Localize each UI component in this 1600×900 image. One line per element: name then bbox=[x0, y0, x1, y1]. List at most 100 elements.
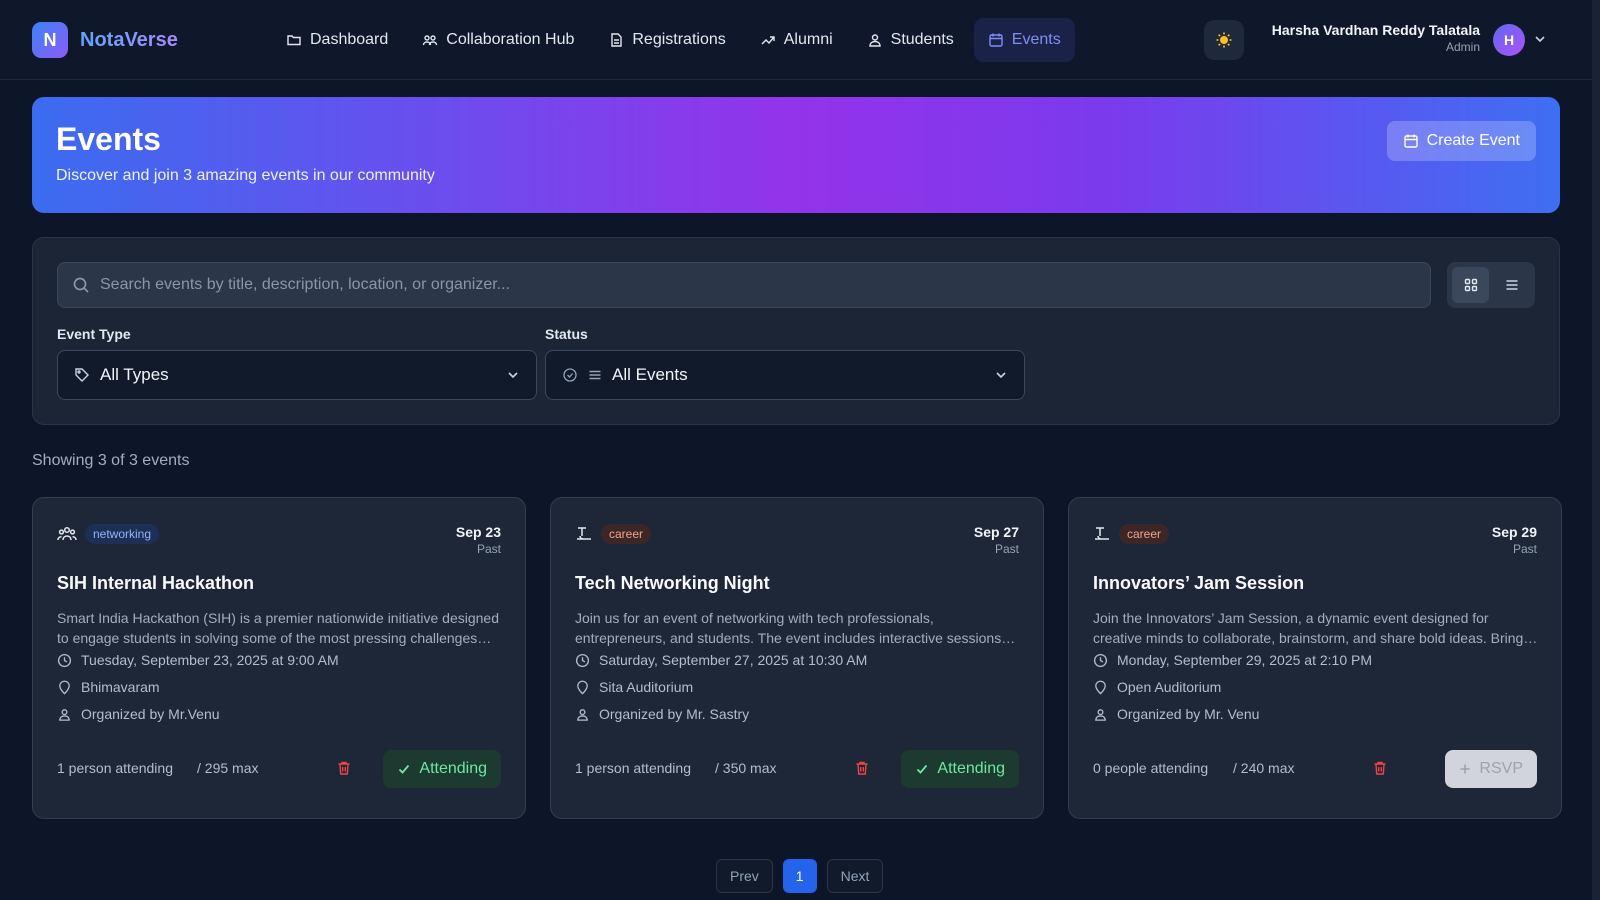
attending-label: Attending bbox=[937, 760, 1005, 777]
event-description: Join us for an event of networking with … bbox=[575, 610, 1002, 646]
app-logo[interactable]: N NotaVerse bbox=[32, 22, 178, 58]
nav-item-dashboard[interactable]: Dashboard bbox=[272, 18, 402, 62]
event-date-short: Sep 27 bbox=[973, 524, 1019, 540]
nav-label: Alumni bbox=[783, 31, 833, 48]
grid-view-button[interactable] bbox=[1452, 267, 1489, 303]
plus-icon bbox=[1460, 764, 1470, 774]
event-status: Past bbox=[994, 542, 1019, 556]
event-status: Past bbox=[476, 542, 501, 556]
nav-item-registrations[interactable]: Registrations bbox=[594, 18, 739, 62]
attending-count: 1 person attending bbox=[57, 760, 173, 776]
avatar[interactable]: H bbox=[1493, 24, 1525, 56]
event-title: Tech Networking Night bbox=[575, 573, 770, 593]
user-role: Admin bbox=[1445, 40, 1480, 54]
event-organizer: Organized by Mr. Sastry bbox=[575, 706, 749, 722]
event-datetime-text: Monday, September 29, 2025 at 2:10 PM bbox=[1117, 652, 1373, 668]
event-date: Sep 23 Past bbox=[456, 524, 501, 556]
clock-icon bbox=[575, 653, 590, 667]
page-scrollbar[interactable] bbox=[1592, 0, 1600, 900]
event-datetime-text: Saturday, September 27, 2025 at 10:30 AM bbox=[599, 652, 868, 668]
event-organizer: Organized by Mr. Venu bbox=[1093, 706, 1259, 722]
users-icon bbox=[57, 526, 77, 541]
list-view-button[interactable] bbox=[1493, 267, 1530, 303]
attending-button[interactable]: Attending bbox=[383, 750, 501, 788]
nav-item-students[interactable]: Students bbox=[853, 18, 968, 62]
prev-page-button[interactable]: Prev bbox=[716, 859, 773, 893]
top-navbar: N NotaVerse Dashboard Collaboration Hub … bbox=[0, 0, 1600, 80]
nav-item-events[interactable]: Events bbox=[973, 18, 1075, 62]
chevron-down-icon bbox=[508, 372, 518, 379]
nav-item-collaboration-hub[interactable]: Collaboration Hub bbox=[408, 18, 588, 62]
event-location: Sita Auditorium bbox=[575, 679, 693, 695]
nav-label: Registrations bbox=[632, 31, 726, 48]
event-type-value: All Types bbox=[100, 365, 169, 384]
check-icon bbox=[399, 764, 410, 774]
card-header: career bbox=[575, 524, 652, 544]
event-card[interactable]: career Sep 29 Past Innovators’ Jam Sessi… bbox=[1068, 497, 1562, 819]
user-icon bbox=[868, 34, 881, 47]
event-location: Open Auditorium bbox=[1093, 679, 1221, 695]
podium-icon bbox=[577, 527, 591, 540]
chevron-down-icon bbox=[996, 372, 1006, 379]
create-event-label: Create Event bbox=[1426, 132, 1520, 149]
create-event-button[interactable]: Create Event bbox=[1386, 121, 1536, 161]
location-pin-icon bbox=[577, 680, 588, 694]
status-label: Status bbox=[545, 326, 588, 342]
max-capacity: / 295 max bbox=[197, 760, 259, 776]
max-capacity: / 350 max bbox=[715, 760, 777, 776]
trash-icon[interactable] bbox=[1373, 760, 1387, 776]
nav-item-alumni[interactable]: Alumni bbox=[746, 18, 847, 62]
location-pin-icon bbox=[59, 680, 70, 694]
grid-icon bbox=[1464, 278, 1477, 292]
rsvp-button[interactable]: RSVP bbox=[1445, 750, 1537, 788]
filter-panel: Event Type All Types Status All Events bbox=[32, 237, 1560, 425]
event-location: Bhimavaram bbox=[57, 679, 160, 695]
status-select[interactable]: All Events bbox=[545, 350, 1025, 400]
event-organizer-text: Organized by Mr.Venu bbox=[81, 706, 220, 722]
event-organizer: Organized by Mr.Venu bbox=[57, 706, 220, 722]
event-datetime: Saturday, September 27, 2025 at 10:30 AM bbox=[575, 652, 867, 668]
document-icon bbox=[611, 33, 623, 47]
attending-label: Attending bbox=[419, 760, 487, 777]
event-datetime-text: Tuesday, September 23, 2025 at 9:00 AM bbox=[81, 652, 339, 668]
calendar-icon bbox=[1403, 134, 1418, 148]
event-location-text: Bhimavaram bbox=[81, 679, 160, 695]
event-card[interactable]: career Sep 27 Past Tech Networking Night… bbox=[550, 497, 1044, 819]
event-location-text: Sita Auditorium bbox=[599, 679, 694, 695]
event-description: Smart India Hackathon (SIH) is a premier… bbox=[57, 610, 499, 646]
event-type-tag: career bbox=[601, 524, 652, 544]
trash-icon[interactable] bbox=[855, 760, 869, 776]
page-1-button[interactable]: 1 bbox=[782, 859, 817, 893]
event-type-select[interactable]: All Types bbox=[57, 350, 537, 400]
event-date-short: Sep 23 bbox=[455, 524, 501, 540]
event-date-short: Sep 29 bbox=[1491, 524, 1537, 540]
search-box[interactable] bbox=[57, 262, 1431, 308]
attending-button[interactable]: Attending bbox=[901, 750, 1019, 788]
max-capacity: / 240 max bbox=[1233, 760, 1295, 776]
trash-icon[interactable] bbox=[337, 760, 351, 776]
user-icon bbox=[1095, 708, 1106, 721]
calendar-icon bbox=[989, 33, 1003, 47]
app-name: NotaVerse bbox=[80, 28, 178, 51]
page-subtitle: Discover and join 3 amazing events in ou… bbox=[56, 167, 435, 184]
next-page-button[interactable]: Next bbox=[826, 859, 884, 893]
events-hero-banner: Events Discover and join 3 amazing event… bbox=[32, 97, 1560, 213]
event-status: Past bbox=[1512, 542, 1537, 556]
nav-label: Events bbox=[1011, 31, 1061, 48]
theme-toggle-button[interactable] bbox=[1204, 20, 1244, 60]
logo-badge: N bbox=[32, 22, 68, 58]
chevron-down-icon[interactable] bbox=[1533, 32, 1547, 46]
card-header: networking bbox=[57, 524, 160, 544]
user-info[interactable]: Harsha Vardhan Reddy Talatala Admin bbox=[1262, 22, 1480, 54]
page-title: Events bbox=[56, 121, 161, 157]
event-type-tag: networking bbox=[85, 524, 160, 544]
search-input[interactable] bbox=[100, 276, 1430, 294]
clock-icon bbox=[57, 653, 72, 667]
attending-count: 1 person attending bbox=[575, 760, 691, 776]
main-nav: Dashboard Collaboration Hub Registration… bbox=[272, 18, 1075, 62]
event-datetime: Monday, September 29, 2025 at 2:10 PM bbox=[1093, 652, 1372, 668]
location-pin-icon bbox=[1095, 680, 1106, 694]
event-title: SIH Internal Hackathon bbox=[57, 573, 255, 593]
tag-icon bbox=[75, 368, 89, 382]
event-card[interactable]: networking Sep 23 Past SIH Internal Hack… bbox=[32, 497, 526, 819]
